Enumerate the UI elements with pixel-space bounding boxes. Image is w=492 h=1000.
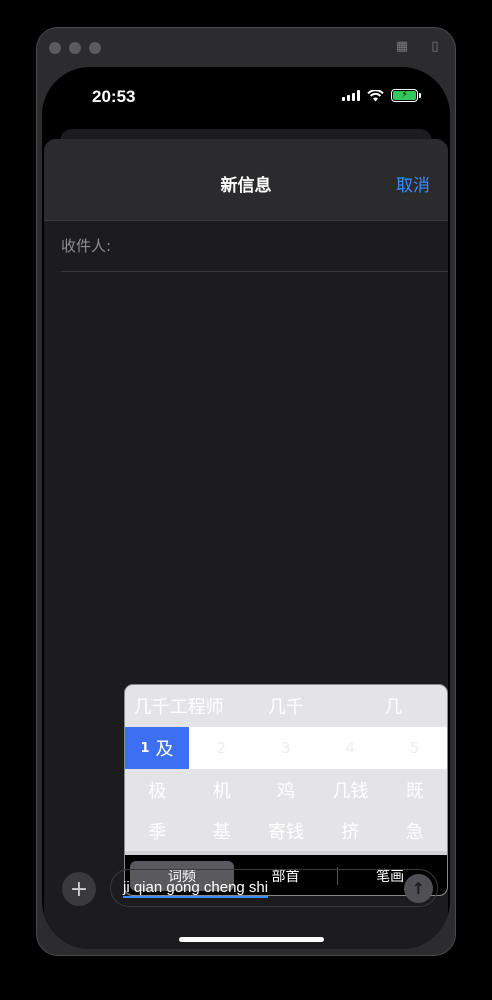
- window-titlebar: ▦ ▯: [37, 28, 455, 66]
- ime-candidate-char: 及: [155, 739, 174, 760]
- ime-candidate[interactable]: 几千: [232, 693, 339, 719]
- close-window-button[interactable]: [49, 42, 61, 54]
- ime-candidate-number: 1: [140, 740, 150, 756]
- ime-candidate[interactable]: 极: [125, 777, 189, 803]
- status-icons: ⚡: [342, 89, 421, 102]
- rotate-device-icon[interactable]: ▯: [427, 39, 443, 55]
- page-title: 新信息: [220, 176, 272, 196]
- ime-selected-candidate[interactable]: 1 及: [125, 727, 189, 769]
- minimize-window-button[interactable]: [69, 42, 81, 54]
- ime-candidate[interactable]: 几钱: [318, 777, 382, 803]
- ime-candidate-row: 极 机 鸡 几钱 既: [125, 769, 447, 810]
- arrow-up-icon: ↑: [411, 879, 426, 898]
- home-grid-icon[interactable]: ▦: [394, 39, 410, 55]
- ime-candidate[interactable]: 既: [383, 777, 447, 803]
- ime-candidate-number[interactable]: 5: [383, 739, 448, 757]
- ime-candidate-number[interactable]: 3: [254, 739, 319, 757]
- ime-candidate[interactable]: 挤: [318, 818, 382, 844]
- plus-icon: +: [69, 876, 89, 902]
- cellular-signal-icon: [342, 90, 360, 101]
- add-attachment-button[interactable]: +: [62, 872, 96, 906]
- message-input[interactable]: ji qian gong cheng shi ↑: [110, 869, 438, 907]
- phone-screen: 20:53 ⚡ 新信息 取消 收件人: 几千工程师 几千 几 1 及 2 3 4…: [42, 67, 450, 949]
- ime-candidate[interactable]: 几: [340, 693, 447, 719]
- ime-candidate[interactable]: 寄钱: [254, 818, 318, 844]
- zoom-window-button[interactable]: [89, 42, 101, 54]
- ime-candidate[interactable]: 急: [383, 818, 447, 844]
- recipient-field-label[interactable]: 收件人:: [61, 235, 111, 256]
- status-time: 20:53: [92, 87, 136, 106]
- cancel-button[interactable]: 取消: [396, 171, 430, 196]
- wifi-icon: [367, 89, 384, 101]
- simulator-window: ▦ ▯ 20:53 ⚡ 新信息 取消 收件人: 几千工程师 几千 几 1 及 2…: [36, 27, 456, 956]
- ime-candidate-panel: 几千工程师 几千 几 1 及 2 3 4 5 极 机 鸡 几钱 既 季 基 寄钱…: [124, 684, 448, 896]
- ime-candidate-row: 季 基 寄钱 挤 急: [125, 810, 447, 851]
- ime-candidate[interactable]: 鸡: [254, 777, 318, 803]
- home-indicator[interactable]: [179, 937, 324, 942]
- recipient-divider: [61, 271, 448, 272]
- ime-top-candidates: 几千工程师 几千 几: [125, 685, 447, 727]
- message-input-text: ji qian gong cheng shi: [123, 879, 269, 898]
- navigation-bar: 新信息 取消: [44, 139, 448, 221]
- ime-candidate[interactable]: 基: [189, 818, 253, 844]
- ime-candidate[interactable]: 机: [189, 777, 253, 803]
- ime-candidate-number[interactable]: 4: [318, 739, 383, 757]
- ime-candidate[interactable]: 季: [125, 818, 189, 844]
- ime-numbered-candidates: 1 及 2 3 4 5: [125, 727, 447, 769]
- send-button[interactable]: ↑: [404, 874, 433, 903]
- battery-charging-icon: ⚡: [391, 89, 421, 102]
- ime-candidate[interactable]: 几千工程师: [125, 693, 232, 719]
- ime-candidate-number[interactable]: 2: [189, 739, 254, 757]
